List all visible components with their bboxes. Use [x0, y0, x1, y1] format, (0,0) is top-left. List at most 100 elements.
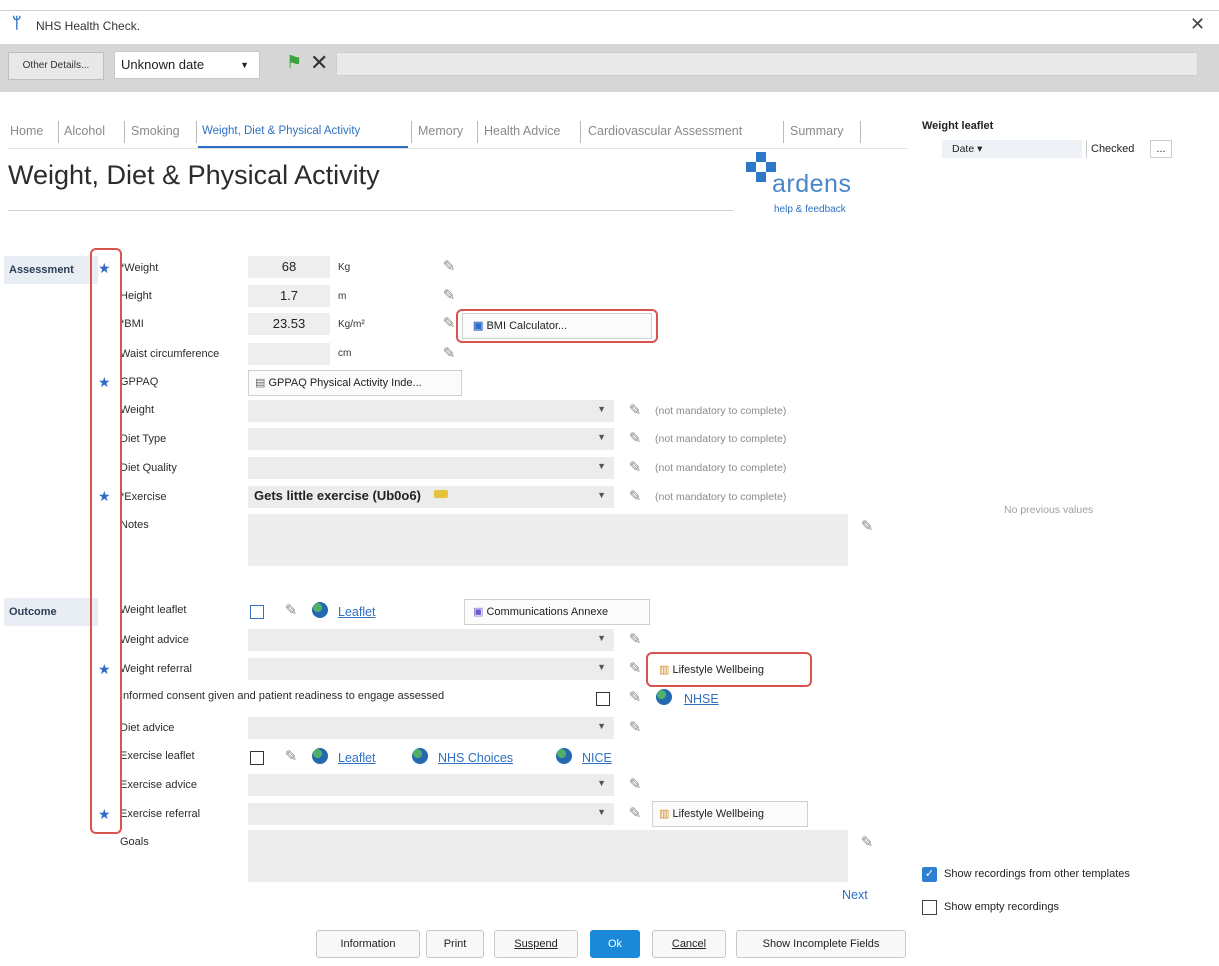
- pencil-icon[interactable]: ✎: [624, 658, 646, 680]
- chevron-down-icon: ▼: [597, 432, 606, 442]
- pencil-icon[interactable]: ✎: [624, 457, 646, 479]
- weight-dropdown[interactable]: ▼: [248, 400, 614, 422]
- show-other-templates-checkbox[interactable]: ✓: [922, 867, 937, 882]
- no-previous-values: No previous values: [1004, 504, 1094, 516]
- notes-textarea[interactable]: [248, 514, 848, 566]
- weight-leaflet-link[interactable]: Leaflet: [338, 605, 376, 619]
- notes-label: Notes: [120, 519, 149, 531]
- weight-leaflet-checkbox[interactable]: [250, 605, 264, 619]
- pencil-icon[interactable]: ✎: [856, 516, 878, 538]
- pencil-icon[interactable]: ✎: [624, 803, 646, 825]
- not-mandatory-note: (not mandatory to complete): [655, 433, 787, 445]
- pencil-icon[interactable]: ✎: [624, 629, 646, 651]
- globe-icon: [556, 748, 572, 764]
- exercise-lifestyle-wellbeing-button[interactable]: ▥ Lifestyle Wellbeing: [652, 801, 808, 827]
- code-badge-icon: [434, 490, 448, 498]
- exercise-dropdown[interactable]: Gets little exercise (Ub0o6) ▼: [248, 486, 614, 508]
- information-button[interactable]: Information: [316, 930, 420, 958]
- exercise-leaflet-checkbox[interactable]: [250, 751, 264, 765]
- tab-home[interactable]: Home: [10, 124, 43, 138]
- height-unit: m: [338, 291, 347, 302]
- pencil-icon[interactable]: ✎: [438, 256, 460, 278]
- next-link[interactable]: Next: [842, 888, 868, 902]
- pencil-icon[interactable]: ✎: [624, 774, 646, 796]
- flag-icon[interactable]: ⚑: [286, 52, 302, 73]
- print-button[interactable]: Print: [426, 930, 484, 958]
- cancel-button[interactable]: Cancel: [652, 930, 726, 958]
- pencil-icon[interactable]: ✎: [438, 285, 460, 307]
- tab-memory[interactable]: Memory: [418, 124, 463, 138]
- pencil-icon[interactable]: ✎: [624, 717, 646, 739]
- tab-separator: [580, 121, 581, 143]
- date-column-label: Date: [952, 143, 975, 155]
- nice-link[interactable]: NICE: [582, 751, 612, 765]
- gppaq-button[interactable]: ▤ GPPAQ Physical Activity Inde...: [248, 370, 462, 396]
- globe-icon: [656, 689, 672, 705]
- more-columns-button[interactable]: ...: [1150, 140, 1172, 158]
- goals-textarea[interactable]: [248, 830, 848, 882]
- bmi-input[interactable]: 23.53: [248, 313, 330, 335]
- tab-health-advice[interactable]: Health Advice: [484, 124, 560, 138]
- app-icon: ᛘ: [12, 15, 22, 32]
- exercise-leaflet-link[interactable]: Leaflet: [338, 751, 376, 765]
- tab-separator: [58, 121, 59, 143]
- show-other-templates-label: Show recordings from other templates: [944, 868, 1130, 880]
- weight-referral-label: Weight referral: [120, 663, 192, 675]
- diet-quality-dropdown[interactable]: ▼: [248, 457, 614, 479]
- nhs-choices-link[interactable]: NHS Choices: [438, 751, 513, 765]
- weight-label: *Weight: [120, 262, 159, 274]
- pencil-icon[interactable]: ✎: [280, 600, 302, 622]
- pencil-icon[interactable]: ✎: [624, 428, 646, 450]
- waist-label: Waist circumference: [120, 348, 220, 360]
- window-title: NHS Health Check.: [36, 19, 141, 33]
- tab-separator: [196, 121, 197, 143]
- exercise-referral-label: Exercise referral: [120, 808, 201, 820]
- diet-advice-dropdown[interactable]: ▼: [248, 717, 614, 739]
- tab-smoking[interactable]: Smoking: [131, 124, 180, 138]
- communications-annexe-button[interactable]: ▣ Communications Annexe: [464, 599, 650, 625]
- diet-type-label: Diet Type: [120, 433, 167, 445]
- other-details-button[interactable]: Other Details...: [8, 52, 104, 80]
- pencil-icon[interactable]: ✎: [856, 832, 878, 854]
- toolbar-text-field[interactable]: [336, 52, 1198, 76]
- height-input[interactable]: 1.7: [248, 285, 330, 307]
- chevron-down-icon: ▼: [597, 662, 606, 672]
- weight-advice-dropdown[interactable]: ▼: [248, 629, 614, 651]
- weight-input[interactable]: 68: [248, 256, 330, 278]
- tab-cardiovascular[interactable]: Cardiovascular Assessment: [588, 124, 742, 138]
- tab-alcohol[interactable]: Alcohol: [64, 124, 105, 138]
- date-select[interactable]: Unknown date ▼: [114, 51, 260, 79]
- bmi-label: *BMI: [120, 318, 144, 330]
- section-assessment: Assessment: [4, 256, 98, 284]
- nhse-link[interactable]: NHSE: [684, 692, 719, 706]
- help-feedback-link[interactable]: help & feedback: [774, 204, 846, 215]
- informed-consent-label: Informed consent given and patient readi…: [120, 690, 445, 702]
- suspend-button[interactable]: Suspend: [494, 930, 578, 958]
- clear-icon[interactable]: ✕: [310, 50, 328, 76]
- globe-icon: [412, 748, 428, 764]
- show-empty-recordings-checkbox[interactable]: [922, 900, 937, 915]
- informed-consent-checkbox[interactable]: [596, 692, 610, 706]
- exercise-referral-dropdown[interactable]: ▼: [248, 803, 614, 825]
- tab-separator: [477, 121, 478, 143]
- gppaq-label: GPPAQ: [120, 376, 159, 388]
- ok-button[interactable]: Ok: [590, 930, 640, 958]
- tab-summary[interactable]: Summary: [790, 124, 843, 138]
- waist-input[interactable]: [248, 343, 330, 365]
- highlight-box-weight-referral: [646, 652, 812, 687]
- checked-column-header[interactable]: Checked: [1086, 140, 1146, 158]
- weight-dropdown-label: Weight: [120, 404, 155, 416]
- pencil-icon[interactable]: ✎: [280, 746, 302, 768]
- exercise-advice-label: Exercise advice: [120, 779, 198, 791]
- pencil-icon[interactable]: ✎: [624, 400, 646, 422]
- tab-weight-diet[interactable]: Weight, Diet & Physical Activity: [202, 125, 360, 137]
- close-button[interactable]: ✕: [1190, 14, 1205, 35]
- show-incomplete-fields-button[interactable]: Show Incomplete Fields: [736, 930, 906, 958]
- pencil-icon[interactable]: ✎: [624, 486, 646, 508]
- exercise-advice-dropdown[interactable]: ▼: [248, 774, 614, 796]
- diet-type-dropdown[interactable]: ▼: [248, 428, 614, 450]
- date-column-header[interactable]: Date ▾: [942, 140, 1082, 158]
- weight-referral-dropdown[interactable]: ▼: [248, 658, 614, 680]
- pencil-icon[interactable]: ✎: [438, 343, 460, 365]
- pencil-icon[interactable]: ✎: [624, 687, 646, 709]
